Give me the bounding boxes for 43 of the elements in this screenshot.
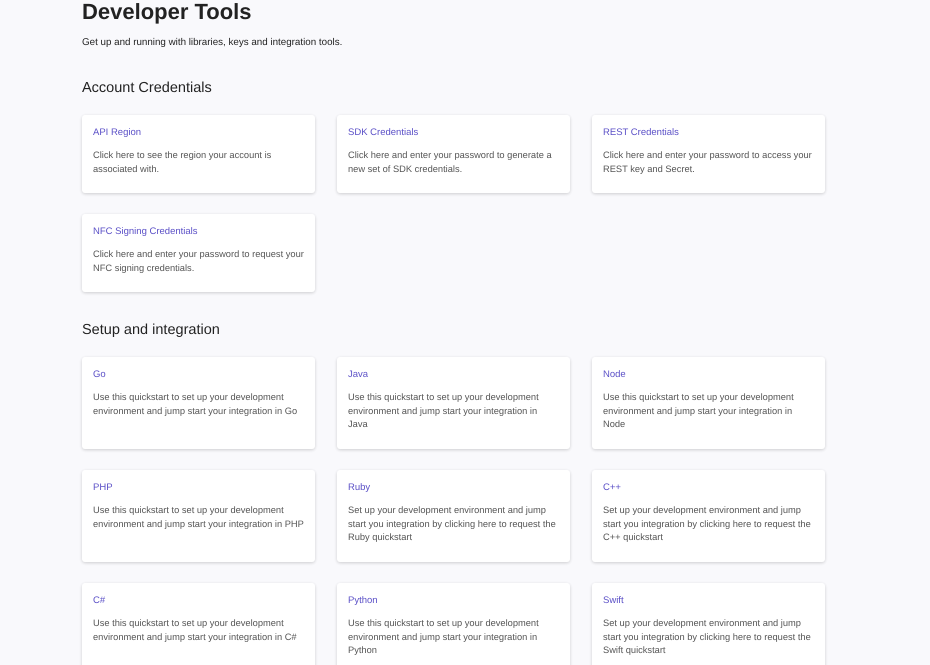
card-title: API Region — [93, 126, 142, 139]
tool-card[interactable]: Java Use this quickstart to set up your development environment and jump start your integration in Java — [337, 357, 570, 449]
card-description: Click here and enter your password to generate a new set of SDK credentials. — [348, 149, 553, 176]
tool-card[interactable]: NFC Signing Credentials Click here and enter your password to request your NFC signing credentials. — [82, 214, 315, 292]
card-description: Click here to see the region your account is associated with. — [93, 149, 272, 176]
card-title: NFC Signing Credentials — [93, 225, 198, 238]
card-description: Use this quickstart to set up your development environment and jump start your integration in Java — [348, 391, 540, 431]
tool-card[interactable]: Swift Set up your development environment and jump start you integration by clicking here to request the Swift quickstart — [592, 583, 825, 665]
card-description: Set up your development environment and jump start you integration by clicking here to request the C++ quickstart — [603, 504, 812, 544]
tool-card[interactable]: C# Use this quickstart to set up your development environment and jump start your integration in C# — [82, 583, 315, 665]
card-description: Use this quickstart to set up your development environment and jump start your integration in Go — [93, 391, 298, 418]
card-description: Use this quickstart to set up your development environment and jump start your integration in C# — [93, 617, 298, 644]
section-heading: Setup and integration — [82, 321, 220, 340]
tool-card[interactable]: REST Credentials Click here and enter your password to access your REST key and Secret. — [592, 115, 825, 193]
card-title: C# — [93, 594, 106, 607]
card-description: Use this quickstart to set up your development environment and jump start your integration in Python — [348, 617, 540, 657]
tool-card[interactable]: API Region Click here to see the region your account is associated with. — [82, 115, 315, 193]
tool-card[interactable]: Node Use this quickstart to set up your development environment and jump start your integration in Node — [592, 357, 825, 449]
section-heading: Account Credentials — [82, 79, 212, 98]
tool-card[interactable]: Ruby Set up your development environment and jump start you integration by clicking here to request the Ruby quickstart — [337, 470, 570, 562]
card-title: Go — [93, 368, 106, 381]
page-subtitle: Get up and running with libraries, keys and integration tools. — [82, 36, 342, 50]
page-title: Developer Tools — [82, 0, 252, 24]
card-description: Click here and enter your password to request your NFC signing credentials. — [93, 248, 304, 275]
tool-card[interactable]: Go Use this quickstart to set up your development environment and jump start your integration in Go — [82, 357, 315, 449]
tool-card[interactable]: C++ Set up your development environment and jump start you integration by clicking here to request the C++ quickstart — [592, 470, 825, 562]
card-title: REST Credentials — [603, 126, 679, 139]
card-title: Ruby — [348, 481, 370, 494]
card-title: C++ — [603, 481, 621, 494]
card-title: Node — [603, 368, 626, 381]
card-description: Use this quickstart to set up your development environment and jump start your integration in Node — [603, 391, 795, 431]
card-description: Click here and enter your password to access your REST key and Secret. — [603, 149, 813, 176]
tool-card[interactable]: SDK Credentials Click here and enter your password to generate a new set of SDK credentials. — [337, 115, 570, 193]
card-description: Use this quickstart to set up your development environment and jump start your integration in PHP — [93, 504, 304, 531]
card-title: Swift — [603, 594, 624, 607]
card-description: Set up your development environment and jump start you integration by clicking here to request the Ruby quickstart — [348, 504, 557, 544]
card-title: PHP — [93, 481, 113, 494]
card-title: Python — [348, 594, 378, 607]
tool-card[interactable]: Python Use this quickstart to set up your development environment and jump start your integration in Python — [337, 583, 570, 665]
card-title: Java — [348, 368, 368, 381]
tool-card[interactable]: PHP Use this quickstart to set up your development environment and jump start your integration in PHP — [82, 470, 315, 562]
card-description: Set up your development environment and jump start you integration by clicking here to request the Swift quickstart — [603, 617, 812, 657]
card-title: SDK Credentials — [348, 126, 418, 139]
